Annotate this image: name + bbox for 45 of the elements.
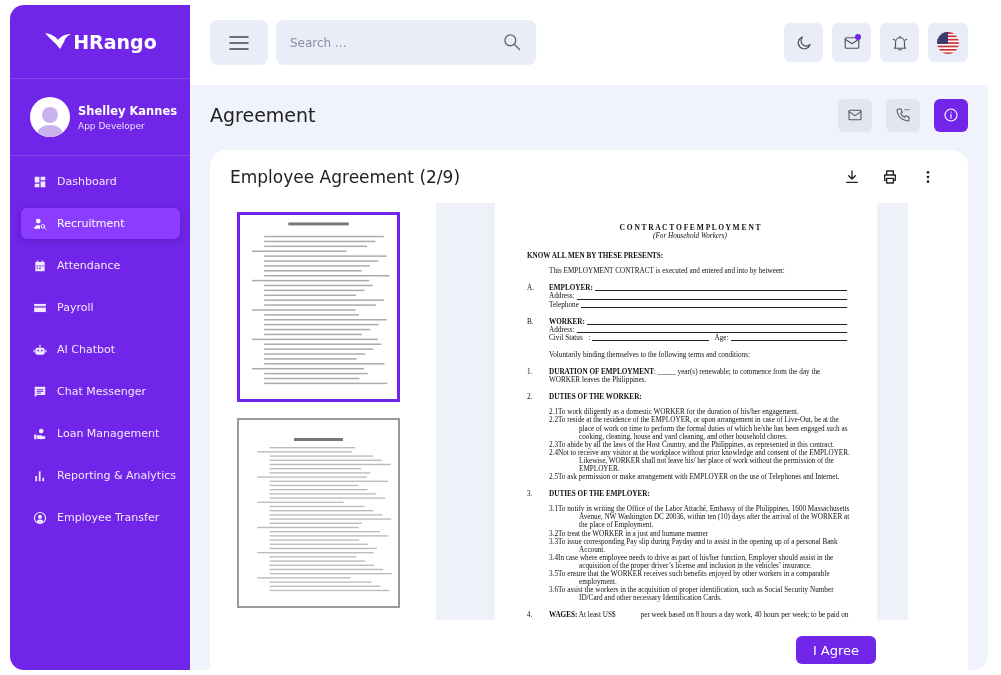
print-button[interactable] <box>882 168 898 185</box>
sidebar-item[interactable]: Reporting & Analytics <box>21 460 180 491</box>
user-circle-icon <box>33 510 47 525</box>
download-icon <box>844 168 860 185</box>
menu-button[interactable] <box>210 20 268 65</box>
sidebar-item[interactable]: Loan Management <box>21 418 180 449</box>
user-role: App Developer <box>78 120 146 131</box>
printer-icon <box>882 168 898 185</box>
language-button[interactable] <box>928 23 968 62</box>
sidebar-item[interactable]: AI Chatbot <box>21 334 180 365</box>
info-icon <box>943 107 959 123</box>
page-thumbnail[interactable] <box>237 212 400 402</box>
sidebar-item[interactable]: Employee Transfer <box>21 502 180 533</box>
phone-icon <box>895 107 911 123</box>
dashboard-icon <box>33 174 47 189</box>
agree-button[interactable]: I Agree <box>796 636 876 664</box>
bell-icon <box>890 33 909 52</box>
hand-coin-icon <box>33 426 47 441</box>
sidebar-item[interactable]: Payroll <box>21 292 180 323</box>
chat-icon <box>33 384 47 399</box>
flag-icon <box>937 31 959 54</box>
info-button[interactable] <box>934 98 968 132</box>
search-icon <box>502 32 522 52</box>
logo-text: HRango <box>73 30 157 53</box>
calendar-icon <box>33 258 47 273</box>
download-button[interactable] <box>844 168 860 185</box>
sidebar-item[interactable]: Dashboard <box>21 166 180 197</box>
mail-button[interactable] <box>832 23 871 62</box>
user-name: Shelley Kannes <box>78 103 178 118</box>
user-search-icon <box>33 216 47 231</box>
page-title: Agreement <box>210 104 317 126</box>
avatar <box>30 97 70 137</box>
sidebar-item[interactable]: Chat Messenger <box>21 376 180 407</box>
sidebar-item[interactable]: Recruitment <box>21 208 180 239</box>
call-button[interactable] <box>886 98 920 132</box>
notifications-button[interactable] <box>880 23 919 62</box>
sidebar-item[interactable]: Attendance <box>21 250 180 281</box>
mail-icon <box>847 107 863 123</box>
page-thumbnail[interactable] <box>237 418 400 608</box>
search-field[interactable]: Search ... <box>276 20 536 65</box>
theme-button[interactable] <box>784 23 823 62</box>
robot-icon <box>33 342 47 357</box>
bar-chart-icon <box>33 468 47 483</box>
email-button[interactable] <box>838 98 872 132</box>
card-title: Employee Agreement (2/9) <box>230 166 462 187</box>
